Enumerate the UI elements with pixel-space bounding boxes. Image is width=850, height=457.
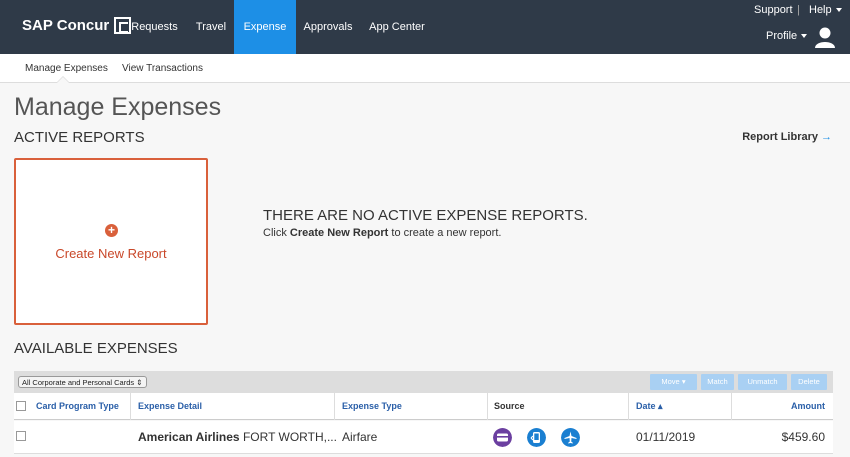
nav-approvals[interactable]: Approvals — [296, 0, 360, 54]
expense-detail-cell[interactable]: American Airlines FORT WORTH,... — [138, 421, 337, 454]
move-label: Move — [661, 377, 680, 386]
available-expenses-heading: AVAILABLE EXPENSES — [14, 340, 178, 357]
move-button[interactable]: Move ▾ — [650, 374, 697, 390]
column-divider — [130, 393, 131, 420]
no-reports-link: Create New Report — [289, 227, 389, 239]
menu-divider: | — [797, 4, 800, 16]
arrow-right-icon: → — [821, 131, 832, 143]
page-title: Manage Expenses — [14, 93, 222, 121]
help-label: Help — [809, 4, 832, 16]
col-amount[interactable]: Amount — [740, 393, 825, 420]
report-library-link[interactable]: Report Library → — [742, 131, 832, 143]
chevron-down-icon — [801, 34, 808, 39]
column-divider — [628, 393, 629, 420]
col-card-program-type[interactable]: Card Program Type — [36, 393, 119, 420]
col-date-label: Date — [636, 401, 656, 411]
brand-logo[interactable]: SAP Concur — [22, 17, 132, 34]
vendor-name: American Airlines — [138, 430, 240, 444]
card-filter-select[interactable]: All Corporate and Personal Cards ⇕ — [18, 376, 147, 388]
row-checkbox[interactable] — [16, 431, 26, 441]
no-reports-title: THERE ARE NO ACTIVE EXPENSE REPORTS. — [263, 207, 588, 224]
active-reports-heading: ACTIVE REPORTS — [14, 129, 145, 146]
select-all-checkbox[interactable] — [16, 401, 26, 411]
column-divider — [487, 393, 488, 420]
no-reports-post: to create a new report. — [391, 227, 502, 239]
card-icon — [493, 428, 512, 447]
col-expense-detail[interactable]: Expense Detail — [138, 393, 202, 420]
nav-app-center[interactable]: App Center — [360, 0, 434, 54]
table-row[interactable] — [14, 421, 833, 454]
tab-manage-expenses[interactable]: Manage Expenses — [25, 63, 108, 74]
col-date[interactable]: Date ▴ — [636, 393, 663, 420]
airplane-icon — [561, 428, 580, 447]
create-new-report-tile[interactable]: + Create New Report — [14, 158, 208, 325]
vendor-location: FORT WORTH,... — [242, 430, 337, 444]
expenses-table-header — [14, 393, 833, 420]
expense-type-cell: Airfare — [342, 430, 378, 444]
sub-navigation: Manage Expenses View Transactions — [0, 54, 850, 83]
chevron-down-icon — [835, 8, 842, 13]
help-menu[interactable]: Help — [809, 4, 842, 16]
col-expense-type[interactable]: Expense Type — [342, 393, 402, 420]
col-source: Source — [494, 401, 525, 411]
user-avatar-icon[interactable] — [815, 26, 835, 48]
profile-menu[interactable]: Profile — [766, 30, 808, 42]
delete-button[interactable]: Delete — [791, 374, 827, 390]
support-link[interactable]: Support — [754, 4, 793, 16]
column-divider — [731, 393, 732, 420]
unmatch-button[interactable]: Unmatch — [738, 374, 787, 390]
no-reports-pre: Click — [263, 227, 287, 239]
report-library-label: Report Library — [742, 131, 818, 143]
phone-icon — [527, 428, 546, 447]
active-tab-pointer — [56, 76, 70, 83]
sort-ascending-icon: ▴ — [658, 401, 663, 411]
column-divider — [334, 393, 335, 420]
no-reports-message: Click Create New Report to create a new … — [263, 227, 501, 239]
expenses-toolbar: All Corporate and Personal Cards ⇕ Move … — [14, 371, 833, 393]
profile-label: Profile — [766, 30, 798, 42]
plus-circle-icon: + — [105, 224, 118, 237]
match-button[interactable]: Match — [701, 374, 734, 390]
tab-view-transactions[interactable]: View Transactions — [122, 63, 203, 74]
card-filter-value: All Corporate and Personal Cards — [22, 378, 135, 387]
top-navigation-bar: SAP Concur Requests Travel Expense Appro… — [0, 0, 850, 54]
nav-requests[interactable]: Requests — [121, 0, 188, 54]
select-arrows-icon: ⇕ — [136, 378, 143, 387]
nav-travel[interactable]: Travel — [188, 0, 234, 54]
date-cell: 01/11/2019 — [636, 430, 696, 444]
caret-down-icon: ▾ — [681, 377, 686, 386]
amount-cell: $459.60 — [781, 430, 825, 444]
create-new-report-label: Create New Report — [55, 246, 167, 261]
brand-name: SAP Concur — [22, 17, 110, 34]
nav-expense[interactable]: Expense — [234, 0, 296, 54]
